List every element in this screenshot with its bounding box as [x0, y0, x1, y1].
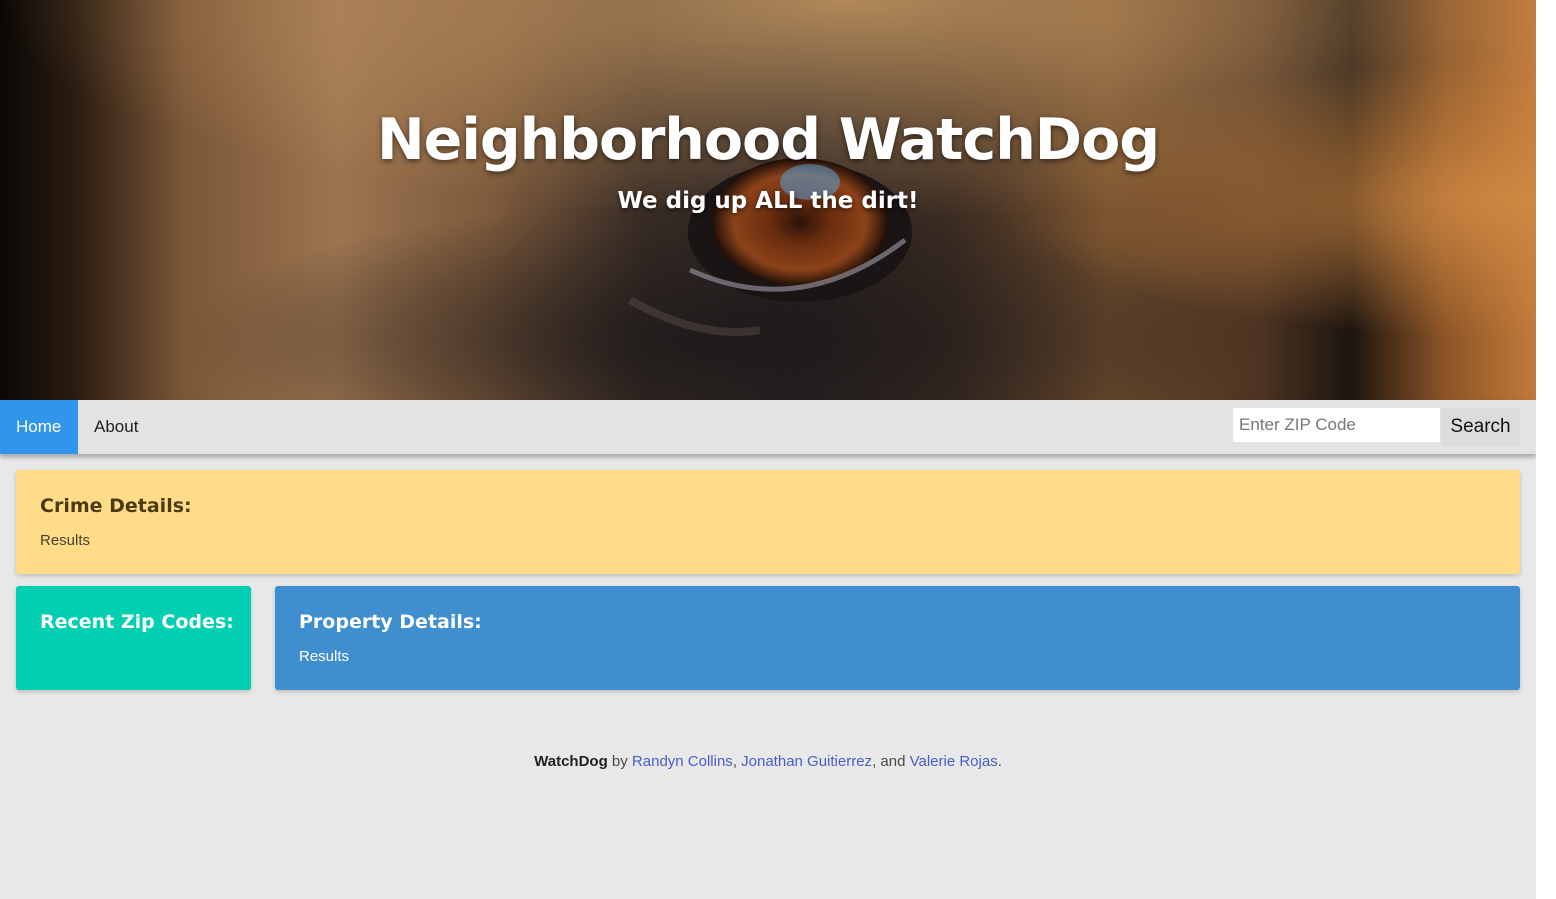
site-tagline: We dig up ALL the dirt!	[617, 188, 919, 214]
crime-details-card: Crime Details: Results	[16, 470, 1520, 574]
search-button[interactable]: Search	[1441, 408, 1520, 446]
crime-details-title: Crime Details:	[40, 495, 192, 517]
page: Neighborhood WatchDog We dig up ALL the …	[0, 0, 1536, 899]
site-title: Neighborhood WatchDog	[376, 107, 1160, 173]
hero-banner: Neighborhood WatchDog We dig up ALL the …	[0, 0, 1536, 400]
footer: WatchDog by Randyn Collins, Jonathan Gui…	[0, 751, 1536, 773]
footer-brand: WatchDog	[534, 753, 608, 770]
property-details-card: Property Details: Results	[275, 586, 1520, 690]
footer-separator: ,	[732, 753, 742, 770]
nav-about-link[interactable]: About	[78, 400, 154, 454]
footer-separator-and: , and	[872, 753, 910, 770]
crime-details-results: Results	[40, 532, 91, 549]
recent-zip-codes-card: Recent Zip Codes:	[16, 586, 251, 690]
footer-by: by	[611, 753, 632, 770]
property-details-title: Property Details:	[299, 611, 482, 633]
author-link-jonathan[interactable]: Jonathan Guitierrez	[741, 753, 872, 770]
nav-home-link[interactable]: Home	[0, 400, 78, 454]
author-link-valerie[interactable]: Valerie Rojas	[910, 753, 998, 770]
navbar: Home About Search	[0, 400, 1536, 454]
zip-code-input[interactable]	[1233, 408, 1440, 442]
property-details-results: Results	[299, 648, 350, 665]
author-link-randyn[interactable]: Randyn Collins	[632, 753, 733, 770]
recent-zip-codes-title: Recent Zip Codes:	[40, 611, 234, 633]
footer-end: .	[997, 753, 1002, 770]
